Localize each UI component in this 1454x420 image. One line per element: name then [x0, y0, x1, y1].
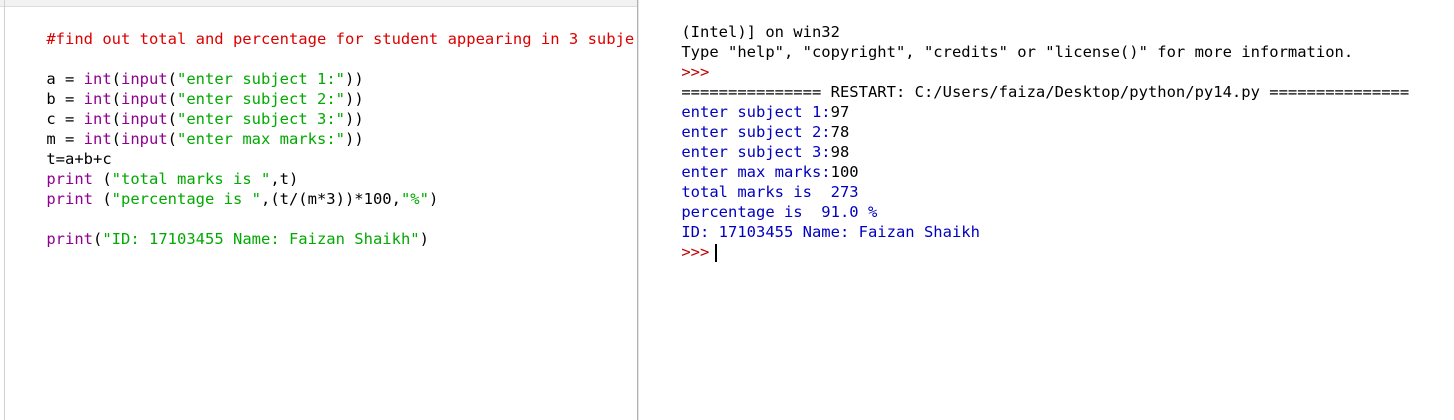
code-line-print-id[interactable]: print("ID: 17103455 Name: Faizan Shaikh"…: [9, 209, 429, 248]
code-string: "enter max marks:": [177, 130, 345, 148]
code-text: )): [345, 130, 364, 148]
code-text: (: [93, 230, 103, 248]
shell-input-line[interactable]: >>>: [644, 222, 718, 262]
shell-header-line: Type "help", "copyright", "credits" or "…: [644, 22, 1353, 61]
shell-output-line: total marks is 273: [644, 162, 858, 201]
shell-header: Type "help", "copyright", "credits" or "…: [681, 43, 1354, 61]
shell-output-line: percentage is 91.0 %: [644, 182, 877, 221]
code-string: "ID: 17103455 Name: Faizan Shaikh": [102, 230, 420, 248]
code-line-print-percentage[interactable]: print ("percentage is ",(t/(m*3))*100,"%…: [9, 169, 438, 208]
code-line-t[interactable]: t=a+b+c: [9, 129, 111, 168]
code-line-m[interactable]: m = int(input("enter max marks:")): [9, 109, 363, 148]
shell-header-line: (Intel)] on win32: [644, 2, 840, 41]
code-string: "percentage is ": [111, 190, 261, 208]
code-line-a[interactable]: a = int(input("enter subject 1:")): [9, 49, 363, 88]
code-comment: #find out total and percentage for stude…: [46, 30, 635, 48]
editor-left-border: [4, 0, 5, 420]
shell-restart-line: =============== RESTART: C:/Users/faiza/…: [644, 62, 1409, 101]
code-string: "%": [400, 190, 429, 208]
code-line-c[interactable]: c = int(input("enter subject 3:")): [9, 89, 363, 128]
code-line-b[interactable]: b = int(input("enter subject 2:")): [9, 69, 363, 108]
code-builtin: print: [46, 230, 93, 248]
text-cursor: [715, 243, 718, 262]
code-text: (: [111, 130, 121, 148]
shell-output-line: enter subject 3:98: [644, 122, 849, 161]
code-text: (: [93, 190, 112, 208]
code-text: ,(t/(m*3))*100,: [260, 190, 401, 208]
shell-output: ID: 17103455 Name: Faizan Shaikh: [681, 223, 980, 241]
code-text: (: [167, 130, 178, 148]
shell-output-line: enter subject 2:78: [644, 102, 849, 141]
code-comment-line[interactable]: #find out total and percentage for stude…: [9, 9, 634, 48]
shell-output-line: ID: 17103455 Name: Faizan Shaikh: [644, 202, 980, 241]
code-builtin: input: [121, 130, 168, 148]
shell-window[interactable]: (Intel)] on win32 Type "help", "copyrigh…: [639, 0, 1454, 420]
shell-output-line: enter max marks:100: [644, 142, 858, 181]
editor-window[interactable]: #find out total and percentage for stude…: [0, 0, 637, 420]
shell-prompt: >>>: [681, 243, 710, 261]
code-line-print-total[interactable]: print ("total marks is ",t): [9, 149, 298, 188]
code-text: ): [428, 190, 439, 208]
shell-prompt-line: >>>: [644, 42, 709, 81]
code-builtin: print: [46, 190, 93, 208]
shell-output-line: enter subject 1:97: [644, 82, 849, 121]
editor-top-strip: [0, 0, 637, 7]
code-text: ): [419, 230, 429, 248]
